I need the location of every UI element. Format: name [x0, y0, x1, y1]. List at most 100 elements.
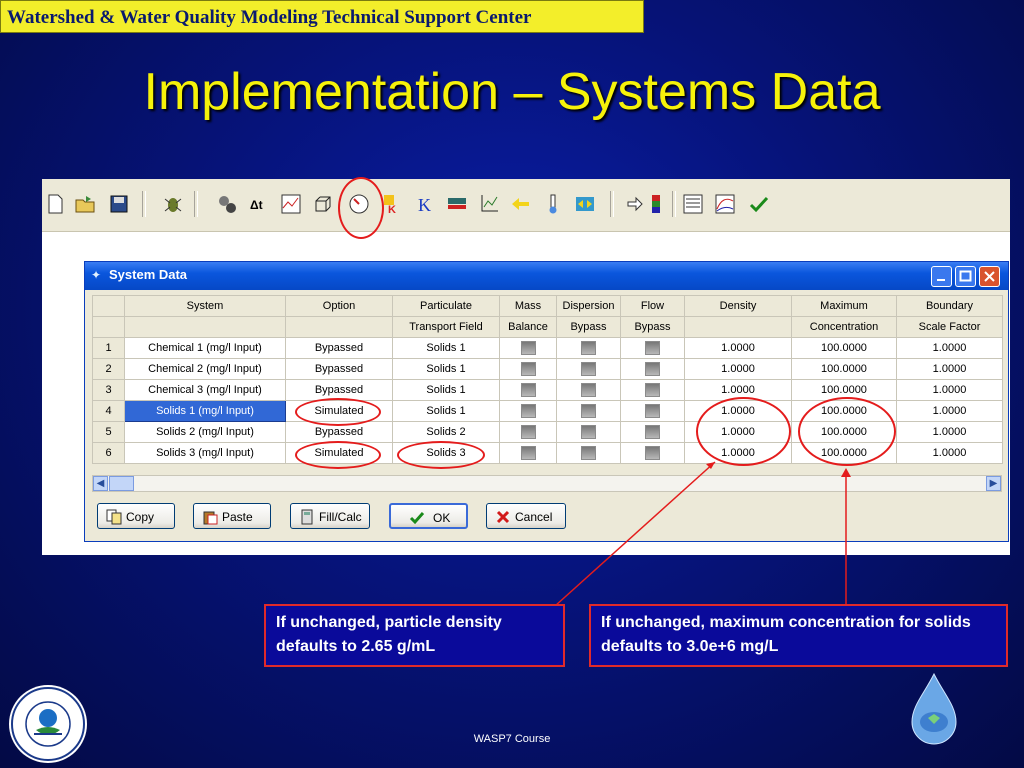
bug-icon[interactable]	[162, 193, 184, 215]
dispersion-bypass-checkbox[interactable]	[556, 358, 621, 380]
dispersion-bypass-checkbox[interactable]	[556, 421, 621, 443]
system-cell[interactable]: Chemical 3 (mg/l Input)	[124, 379, 286, 401]
density-cell[interactable]: 1.0000	[684, 358, 792, 380]
cancel-x-icon	[496, 510, 510, 524]
particulate-cell[interactable]: Solids 1	[392, 400, 500, 422]
arrows-icon[interactable]	[510, 193, 532, 215]
ok-button[interactable]: OK	[389, 503, 468, 529]
boundary-scale-cell[interactable]: 1.0000	[896, 358, 1003, 380]
system-cell[interactable]: Chemical 1 (mg/l Input)	[124, 337, 286, 359]
table-row: 1 Chemical 1 (mg/l Input) Bypassed Solid…	[92, 337, 1003, 359]
mass-balance-checkbox[interactable]	[499, 358, 557, 380]
chart-axes-icon[interactable]	[478, 193, 500, 215]
dispersion-bypass-checkbox[interactable]	[556, 337, 621, 359]
col-header[interactable]: Maximum	[791, 295, 897, 317]
chart-line-icon[interactable]	[280, 193, 302, 215]
col-header[interactable]: Flow	[620, 295, 685, 317]
row-number: 2	[92, 358, 125, 380]
close-button[interactable]	[979, 266, 1000, 287]
col-subheader: Concentration	[791, 316, 897, 338]
mass-balance-checkbox[interactable]	[499, 421, 557, 443]
copy-button[interactable]: Copy	[97, 503, 175, 529]
fill-calc-button[interactable]: Fill/Calc	[290, 503, 370, 529]
option-cell[interactable]: Bypassed	[285, 337, 393, 359]
mass-balance-checkbox[interactable]	[499, 442, 557, 464]
flow-bypass-checkbox[interactable]	[620, 358, 685, 380]
plot-graph-icon[interactable]	[714, 193, 736, 215]
slide-title: Implementation – Systems Data	[143, 63, 881, 121]
color-bar-icon[interactable]	[646, 193, 668, 215]
dialog-titlebar[interactable]: ✦ System Data	[85, 262, 1008, 290]
col-header[interactable]: Boundary	[896, 295, 1003, 317]
save-disk-icon[interactable]	[108, 193, 130, 215]
kinetics-icon[interactable]: K	[382, 193, 404, 215]
cancel-button[interactable]: Cancel	[486, 503, 566, 529]
dispersion-bypass-checkbox[interactable]	[556, 442, 621, 464]
col-header[interactable]: Option	[285, 295, 393, 317]
flow-bypass-checkbox[interactable]	[620, 379, 685, 401]
col-header[interactable]: Particulate	[392, 295, 500, 317]
density-cell[interactable]: 1.0000	[684, 337, 792, 359]
boundary-scale-cell[interactable]: 1.0000	[896, 400, 1003, 422]
boundary-scale-cell[interactable]: 1.0000	[896, 421, 1003, 443]
particulate-cell[interactable]: Solids 1	[392, 337, 500, 359]
fill-calc-label: Fill/Calc	[319, 510, 362, 524]
thermometer-icon[interactable]	[542, 193, 564, 215]
ok-label: OK	[433, 511, 451, 525]
toolbar-separator	[672, 191, 676, 217]
system-cell[interactable]: Solids 2 (mg/l Input)	[124, 421, 286, 443]
max-concentration-cell[interactable]: 100.0000	[791, 337, 897, 359]
app-icon: ✦	[91, 268, 102, 282]
particulate-cell[interactable]: Solids 1	[392, 379, 500, 401]
scroll-left-icon[interactable]: ◀	[93, 476, 108, 491]
codes-icon[interactable]	[682, 193, 704, 215]
horizontal-scrollbar[interactable]: ◀ ▶	[92, 475, 1002, 492]
exchange-icon[interactable]	[574, 193, 596, 215]
note-max-concentration-default: If unchanged, maximum concentration for …	[589, 604, 1008, 667]
paste-button[interactable]: Paste	[193, 503, 271, 529]
max-concentration-cell[interactable]: 100.0000	[791, 358, 897, 380]
option-cell[interactable]: Bypassed	[285, 358, 393, 380]
particulate-cell[interactable]: Solids 2	[392, 421, 500, 443]
paste-icon	[203, 511, 218, 525]
col-header[interactable]: System	[124, 295, 286, 317]
table-row: 2 Chemical 2 (mg/l Input) Bypassed Solid…	[92, 358, 1003, 380]
cube-icon[interactable]	[312, 193, 334, 215]
flow-bypass-checkbox[interactable]	[620, 400, 685, 422]
flow-bypass-checkbox[interactable]	[620, 442, 685, 464]
mass-balance-checkbox[interactable]	[499, 400, 557, 422]
flow-bypass-checkbox[interactable]	[620, 337, 685, 359]
mass-balance-checkbox[interactable]	[499, 379, 557, 401]
flow-bypass-checkbox[interactable]	[620, 421, 685, 443]
check-icon[interactable]	[748, 193, 770, 215]
col-header[interactable]: Dispersion	[556, 295, 621, 317]
col-header[interactable]: Density	[684, 295, 792, 317]
system-cell[interactable]: Chemical 2 (mg/l Input)	[124, 358, 286, 380]
boundary-scale-cell[interactable]: 1.0000	[896, 379, 1003, 401]
row-number: 1	[92, 337, 125, 359]
boundary-scale-cell[interactable]: 1.0000	[896, 442, 1003, 464]
mass-balance-checkbox[interactable]	[499, 337, 557, 359]
dispersion-bypass-checkbox[interactable]	[556, 379, 621, 401]
flow-pipe-icon[interactable]	[446, 193, 468, 215]
maximize-button[interactable]	[955, 266, 976, 287]
boundary-scale-cell[interactable]: 1.0000	[896, 337, 1003, 359]
new-file-icon[interactable]	[44, 193, 66, 215]
scroll-thumb[interactable]	[109, 476, 134, 491]
calculator-icon	[301, 509, 313, 525]
col-subheader: Bypass	[556, 316, 621, 338]
system-cell-selected[interactable]: Solids 1 (mg/l Input)	[124, 400, 286, 422]
minimize-button[interactable]	[931, 266, 952, 287]
constants-k-icon[interactable]: K	[414, 193, 436, 215]
delta-t-icon[interactable]: Δt	[248, 193, 270, 215]
col-subheader	[124, 316, 286, 338]
open-folder-icon[interactable]	[74, 193, 96, 215]
dispersion-bypass-checkbox[interactable]	[556, 400, 621, 422]
system-cell[interactable]: Solids 3 (mg/l Input)	[124, 442, 286, 464]
export-arrow-icon[interactable]	[626, 193, 648, 215]
scroll-right-icon[interactable]: ▶	[986, 476, 1001, 491]
gear-puzzle-icon[interactable]	[216, 193, 238, 215]
row-number: 4	[92, 400, 125, 422]
col-header[interactable]: Mass	[499, 295, 557, 317]
particulate-cell[interactable]: Solids 1	[392, 358, 500, 380]
